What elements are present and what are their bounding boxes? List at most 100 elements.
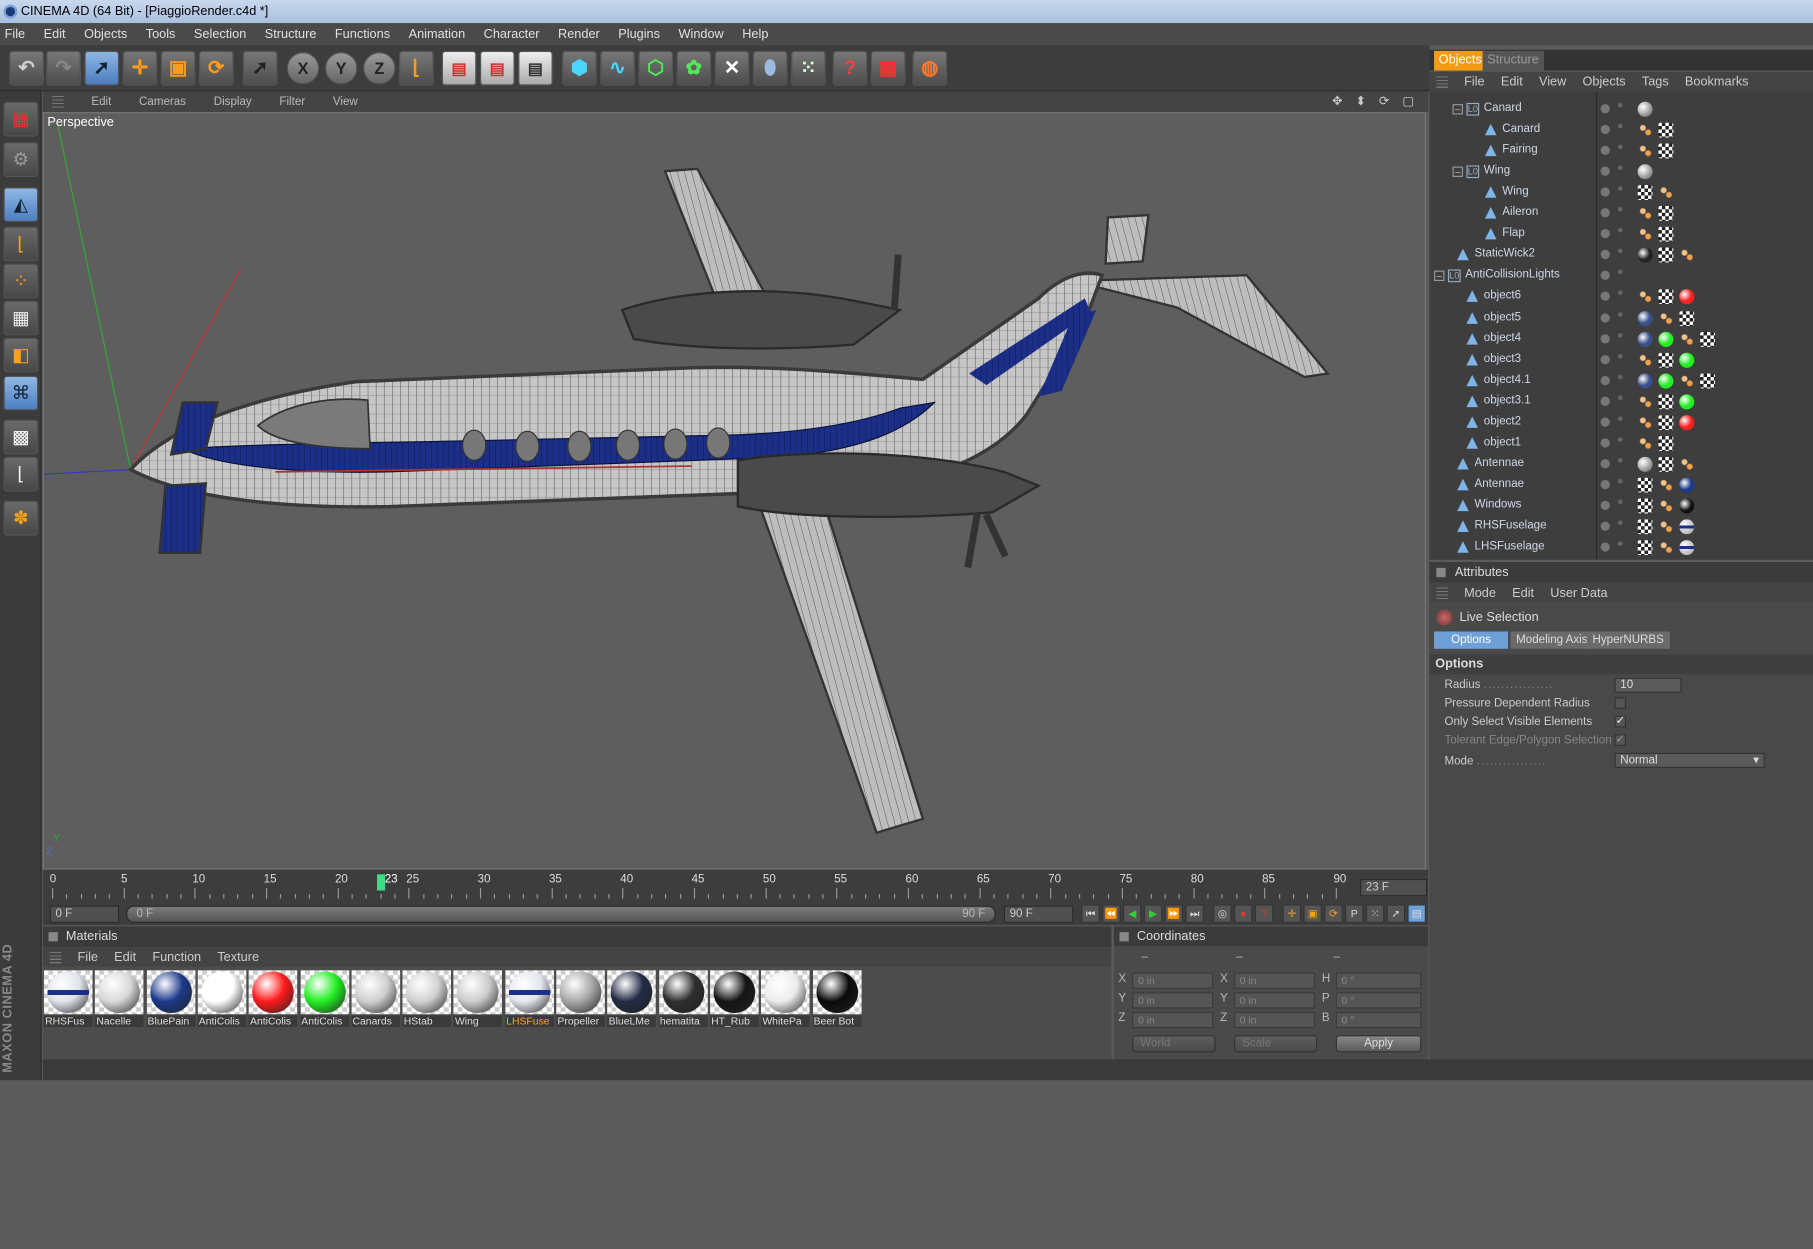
objects-menu-view[interactable]: View xyxy=(1539,75,1566,89)
mode-dropdown[interactable]: Normal ▾ xyxy=(1614,752,1765,768)
next-key-icon[interactable]: ⏩ xyxy=(1164,904,1184,923)
texture-tag-icon[interactable] xyxy=(1637,519,1653,535)
object-row[interactable]: object1 xyxy=(1429,433,1813,454)
menu-structure[interactable]: Structure xyxy=(265,27,317,41)
object-name[interactable]: Canard xyxy=(1484,102,1522,115)
live-selection-icon[interactable]: ➚ xyxy=(84,50,120,86)
coordinate-world-dropdown[interactable]: World xyxy=(1132,1035,1216,1053)
visibility-dot-icon[interactable] xyxy=(1600,354,1610,364)
visibility-dot-icon[interactable] xyxy=(1600,187,1610,197)
material-tag-icon[interactable] xyxy=(1637,247,1653,263)
snap-icon[interactable]: ⌊ xyxy=(3,456,39,492)
render-picture-viewer-icon[interactable]: ▤ xyxy=(479,50,515,86)
object-name[interactable]: Wing xyxy=(1502,185,1528,198)
previous-key-icon[interactable]: ⏪ xyxy=(1102,904,1121,923)
render-visibility-dot-icon[interactable] xyxy=(1617,102,1623,108)
phong-tag-icon[interactable] xyxy=(1658,477,1674,493)
material-swatch[interactable]: AntiColis xyxy=(300,970,349,1030)
phong-tag-icon[interactable] xyxy=(1637,352,1653,368)
coordinate-system-icon[interactable]: ⌊ xyxy=(398,50,434,86)
material-tag-icon[interactable] xyxy=(1658,373,1674,389)
phong-tag-icon[interactable] xyxy=(1637,394,1653,410)
phong-tag-icon[interactable] xyxy=(1658,310,1674,326)
material-swatch[interactable]: HT_Rub xyxy=(709,970,759,1030)
visibility-dot-icon[interactable] xyxy=(1600,145,1610,156)
radius-input[interactable]: 10 xyxy=(1614,677,1682,693)
object-row[interactable]: Wing xyxy=(1429,183,1813,204)
coordinate-field[interactable]: 0 in xyxy=(1233,972,1315,989)
scene-icon[interactable]: ⬮ xyxy=(752,50,788,86)
coordinate-field[interactable]: 0 ° xyxy=(1335,972,1422,989)
material-swatch[interactable]: RHSFus xyxy=(43,970,93,1030)
render-visibility-dot-icon[interactable] xyxy=(1617,499,1623,505)
z-axis-icon[interactable]: Z xyxy=(363,52,396,85)
material-swatch[interactable]: AntiColis xyxy=(197,970,247,1030)
visibility-dot-icon[interactable] xyxy=(1600,479,1610,490)
render-visibility-dot-icon[interactable] xyxy=(1617,374,1623,379)
render-visibility-dot-icon[interactable] xyxy=(1617,269,1623,275)
object-row[interactable]: object5 xyxy=(1429,308,1813,329)
tab-objects[interactable]: Objects xyxy=(1434,50,1487,71)
object-axis-icon[interactable]: ⌊ xyxy=(3,226,39,262)
y-axis-icon[interactable]: Y xyxy=(324,52,358,85)
visibility-dot-icon[interactable] xyxy=(1600,542,1610,552)
start-frame-field[interactable]: 0 F xyxy=(49,905,120,923)
object-name[interactable]: Flap xyxy=(1502,227,1524,240)
points-mode-icon[interactable]: ⁘ xyxy=(3,263,39,299)
material-swatch[interactable]: Propeller xyxy=(556,970,605,1030)
cube-icon[interactable]: ⬢ xyxy=(562,50,597,86)
material-tag-icon[interactable] xyxy=(1637,164,1653,180)
material-swatch[interactable]: BluePain xyxy=(146,970,195,1030)
objects-menu-file[interactable]: File xyxy=(1464,75,1485,89)
phong-tag-icon[interactable] xyxy=(1658,519,1674,535)
visibility-dot-icon[interactable] xyxy=(1600,333,1610,343)
object-row[interactable]: StaticWick2 xyxy=(1429,246,1813,267)
object-row[interactable]: object3 xyxy=(1429,350,1813,371)
visibility-dot-icon[interactable] xyxy=(1600,312,1610,323)
phong-tag-icon[interactable] xyxy=(1658,540,1674,556)
texture-tag-icon[interactable] xyxy=(1637,477,1653,493)
material-swatch[interactable]: hematita xyxy=(658,970,708,1030)
visibility-dot-icon[interactable] xyxy=(1600,396,1610,406)
phong-tag-icon[interactable] xyxy=(1658,498,1674,514)
texture-tag-icon[interactable] xyxy=(1658,247,1674,263)
timeline-playhead[interactable] xyxy=(376,874,385,891)
current-frame-field[interactable]: 23 F xyxy=(1360,878,1428,897)
play-backwards-icon[interactable]: ◀ xyxy=(1122,904,1142,923)
visibility-dot-icon[interactable] xyxy=(1600,500,1610,510)
undo-icon[interactable]: ↶ xyxy=(9,50,44,86)
menu-plugins[interactable]: Plugins xyxy=(618,27,660,41)
visibility-dot-icon[interactable] xyxy=(1600,521,1610,531)
menu-render[interactable]: Render xyxy=(558,27,600,41)
object-row[interactable]: – L0 Canard xyxy=(1429,99,1813,120)
texture-tag-icon[interactable] xyxy=(1658,227,1674,243)
tab-hypernurbs[interactable]: HyperNURBS xyxy=(1586,631,1670,649)
parameter-key-icon[interactable]: P xyxy=(1345,904,1364,923)
coordinate-field[interactable]: 0 in xyxy=(1132,972,1214,989)
visibility-dot-icon[interactable] xyxy=(1600,458,1610,469)
phong-tag-icon[interactable] xyxy=(1679,247,1695,263)
move-icon[interactable]: ✛ xyxy=(122,50,158,86)
phong-tag-icon[interactable] xyxy=(1679,331,1695,347)
object-name[interactable]: object4.1 xyxy=(1484,373,1531,386)
object-row[interactable]: Fairing xyxy=(1429,141,1813,162)
visibility-dot-icon[interactable] xyxy=(1600,438,1610,448)
edges-mode-icon[interactable]: ▦ xyxy=(3,300,39,336)
object-name[interactable]: RHSFuselage xyxy=(1475,519,1547,532)
texture-tag-icon[interactable] xyxy=(1658,456,1674,472)
viewport-menu-view[interactable]: View xyxy=(333,95,358,108)
texture-tag-icon[interactable] xyxy=(1658,414,1674,430)
render-visibility-dot-icon[interactable] xyxy=(1617,332,1623,338)
phong-tag-icon[interactable] xyxy=(1679,456,1695,472)
workplane-icon[interactable]: ▩ xyxy=(3,419,39,455)
texture-tag-icon[interactable] xyxy=(1658,143,1674,159)
visibility-dot-icon[interactable] xyxy=(1600,208,1610,218)
help-icon[interactable]: ? xyxy=(832,50,868,86)
render-visibility-dot-icon[interactable] xyxy=(1617,520,1623,526)
visibility-dot-icon[interactable] xyxy=(1600,250,1610,260)
object-row[interactable]: Antennae xyxy=(1429,475,1813,496)
material-tag-icon[interactable] xyxy=(1679,498,1695,514)
material-swatch[interactable]: Wing xyxy=(453,970,503,1030)
object-row[interactable]: Antennae xyxy=(1429,454,1813,475)
material-swatch[interactable]: Canards xyxy=(351,970,400,1030)
